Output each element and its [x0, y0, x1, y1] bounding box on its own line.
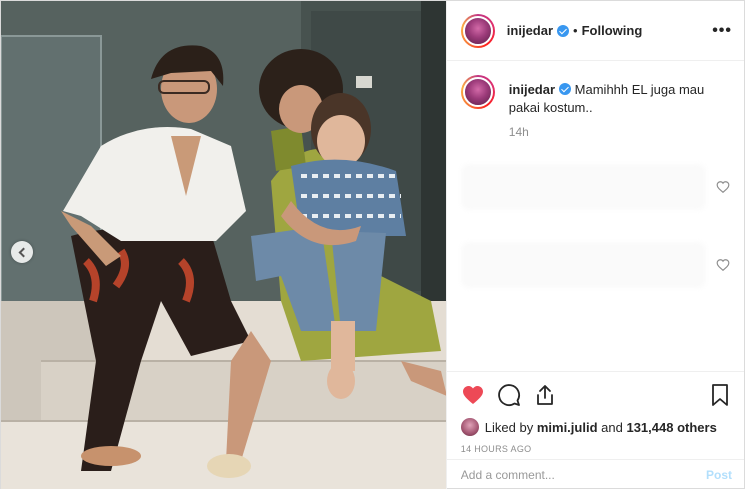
post-sidebar: inijedar • Following ••• inijedar Mamihh… — [445, 1, 744, 489]
post-photo[interactable] — [1, 1, 446, 489]
caption-avatar[interactable] — [460, 75, 495, 109]
likes-summary: Liked by mimi.julid and 131,448 others — [460, 418, 732, 436]
post-header: inijedar • Following ••• — [446, 1, 744, 61]
comments-area[interactable]: inijedar Mamihhh EL juga mau pakai kostu… — [447, 61, 744, 367]
header-separator: • — [573, 23, 578, 38]
liker-avatar[interactable] — [460, 418, 479, 436]
author-username[interactable]: inijedar — [507, 23, 553, 38]
caption-time: 14h — [508, 125, 529, 139]
add-comment-bar: Post — [446, 459, 744, 489]
instagram-post: inijedar • Following ••• inijedar Mamihh… — [0, 0, 745, 489]
comment-icon[interactable] — [497, 383, 521, 407]
more-horizontal-icon[interactable]: ••• — [712, 22, 732, 40]
heart-filled-icon[interactable] — [461, 383, 485, 407]
comment-row — [460, 235, 730, 295]
caption-username[interactable]: inijedar — [509, 82, 555, 97]
post-comment-button[interactable]: Post — [706, 468, 732, 482]
blurred-comment — [460, 164, 706, 210]
author-avatar[interactable] — [460, 13, 495, 48]
follow-status-button[interactable]: Following — [582, 23, 643, 38]
liked-by-user[interactable]: mimi.julid — [537, 420, 598, 435]
likes-others-link[interactable]: 131,448 others — [626, 420, 716, 435]
comment-row — [460, 157, 730, 217]
liked-and: and — [601, 419, 623, 435]
chevron-left-icon — [18, 247, 29, 257]
comment-like-icon[interactable] — [716, 180, 730, 194]
post-timestamp[interactable]: 14 HOURS AGO — [461, 444, 732, 454]
bookmark-icon[interactable] — [708, 383, 732, 407]
caption: inijedar Mamihhh EL juga mau pakai kostu… — [460, 75, 730, 117]
share-icon[interactable] — [533, 383, 557, 407]
blurred-comment — [460, 242, 706, 288]
comment-input[interactable] — [460, 468, 706, 482]
verified-badge-icon — [557, 24, 570, 37]
comment-like-icon[interactable] — [716, 258, 730, 272]
liked-by-prefix: Liked by — [484, 419, 534, 435]
previous-photo-button[interactable] — [11, 241, 33, 263]
photo-illustration — [1, 1, 446, 489]
post-actions: Liked by mimi.julid and 131,448 others 1… — [446, 371, 744, 454]
action-icons — [461, 382, 732, 408]
verified-badge-icon — [559, 83, 572, 95]
